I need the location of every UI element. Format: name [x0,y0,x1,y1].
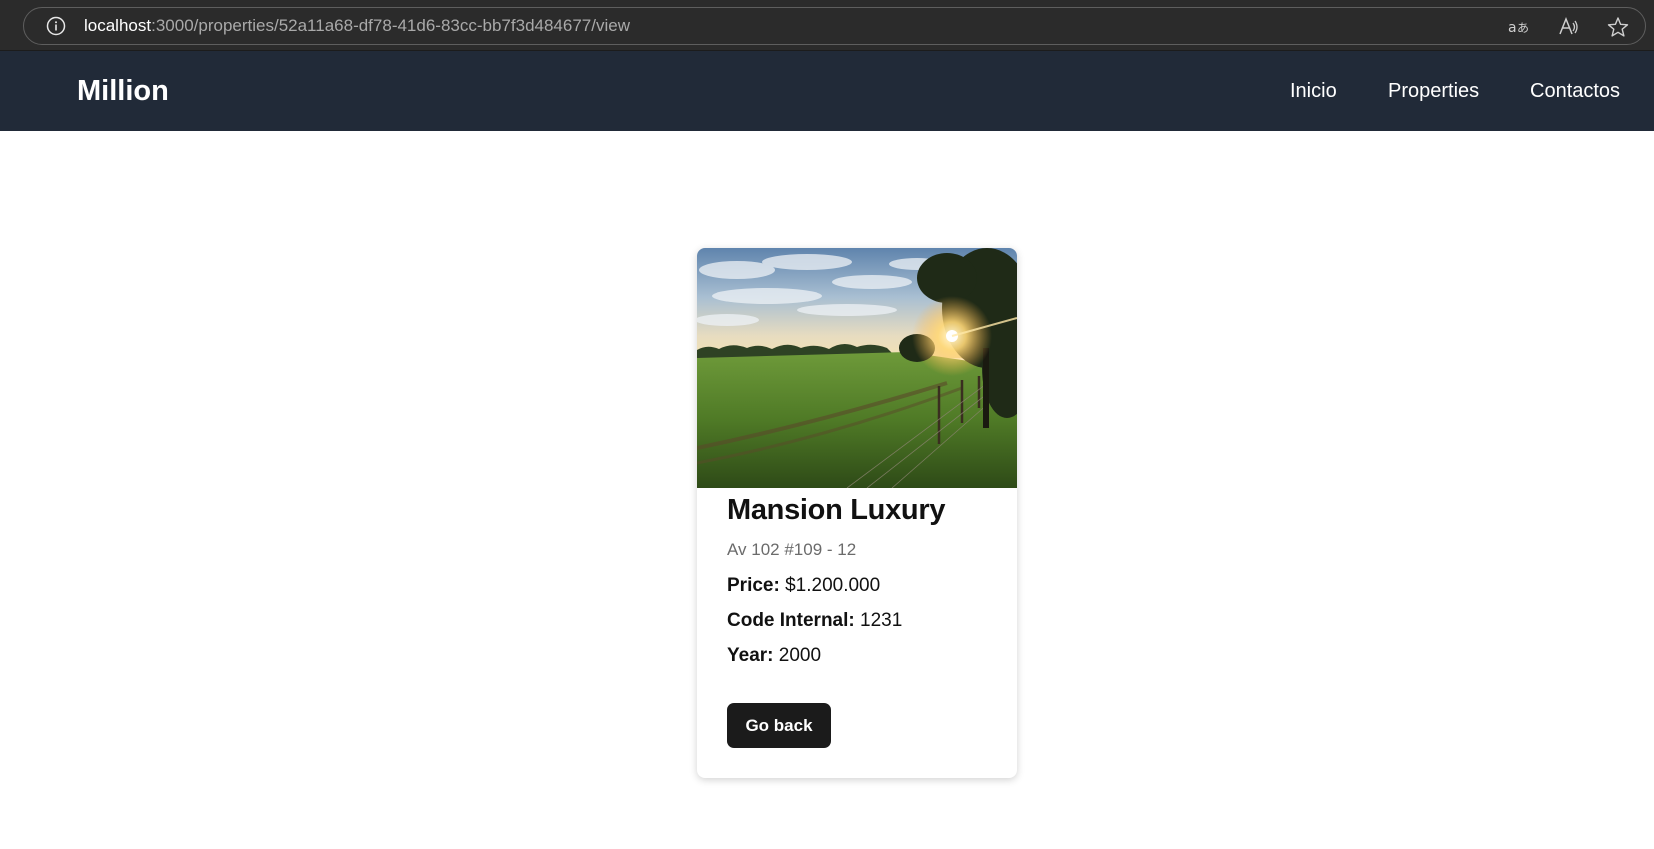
address-bar[interactable]: localhost:3000/properties/52a11a68-df78-… [23,7,1646,45]
year-value: 2000 [778,645,822,666]
nav-link-inicio[interactable]: Inicio [1290,79,1337,103]
read-aloud-icon[interactable] [1557,16,1579,38]
read-mode-icon[interactable]: a あ [1507,16,1529,38]
go-back-button[interactable]: Go back [727,703,831,748]
code-internal-label: Code Internal: [727,610,855,631]
year-row: Year: 2000 [727,644,821,668]
code-internal-value: 1231 [860,610,903,631]
site-header: Million Inicio Properties Contactos [0,51,1654,131]
browser-toolbar: localhost:3000/properties/52a11a68-df78-… [0,0,1654,51]
url-host: localhost [84,16,152,35]
property-image [697,248,1017,488]
property-name: Mansion Luxury [727,494,946,526]
price-value: $1.200.000 [785,575,881,596]
svg-text:a: a [1508,20,1517,36]
info-icon[interactable] [46,16,66,36]
nav-link-contactos[interactable]: Contactos [1530,79,1620,103]
url-path: :3000/properties/52a11a68-df78-41d6-83cc… [151,16,630,35]
favorite-star-icon[interactable] [1607,16,1629,38]
property-address: Av 102 #109 - 12 [727,540,857,559]
nav-link-properties[interactable]: Properties [1388,79,1479,103]
svg-text:あ: あ [1517,21,1529,35]
price-row: Price: $1.200.000 [727,574,880,598]
price-label: Price: [727,575,780,596]
code-internal-row: Code Internal: 1231 [727,609,902,633]
property-card: Mansion Luxury Av 102 #109 - 12 Price: $… [697,248,1017,778]
url-text[interactable]: localhost:3000/properties/52a11a68-df78-… [84,16,630,36]
brand-logo[interactable]: Million [77,71,169,111]
year-label: Year: [727,645,774,666]
